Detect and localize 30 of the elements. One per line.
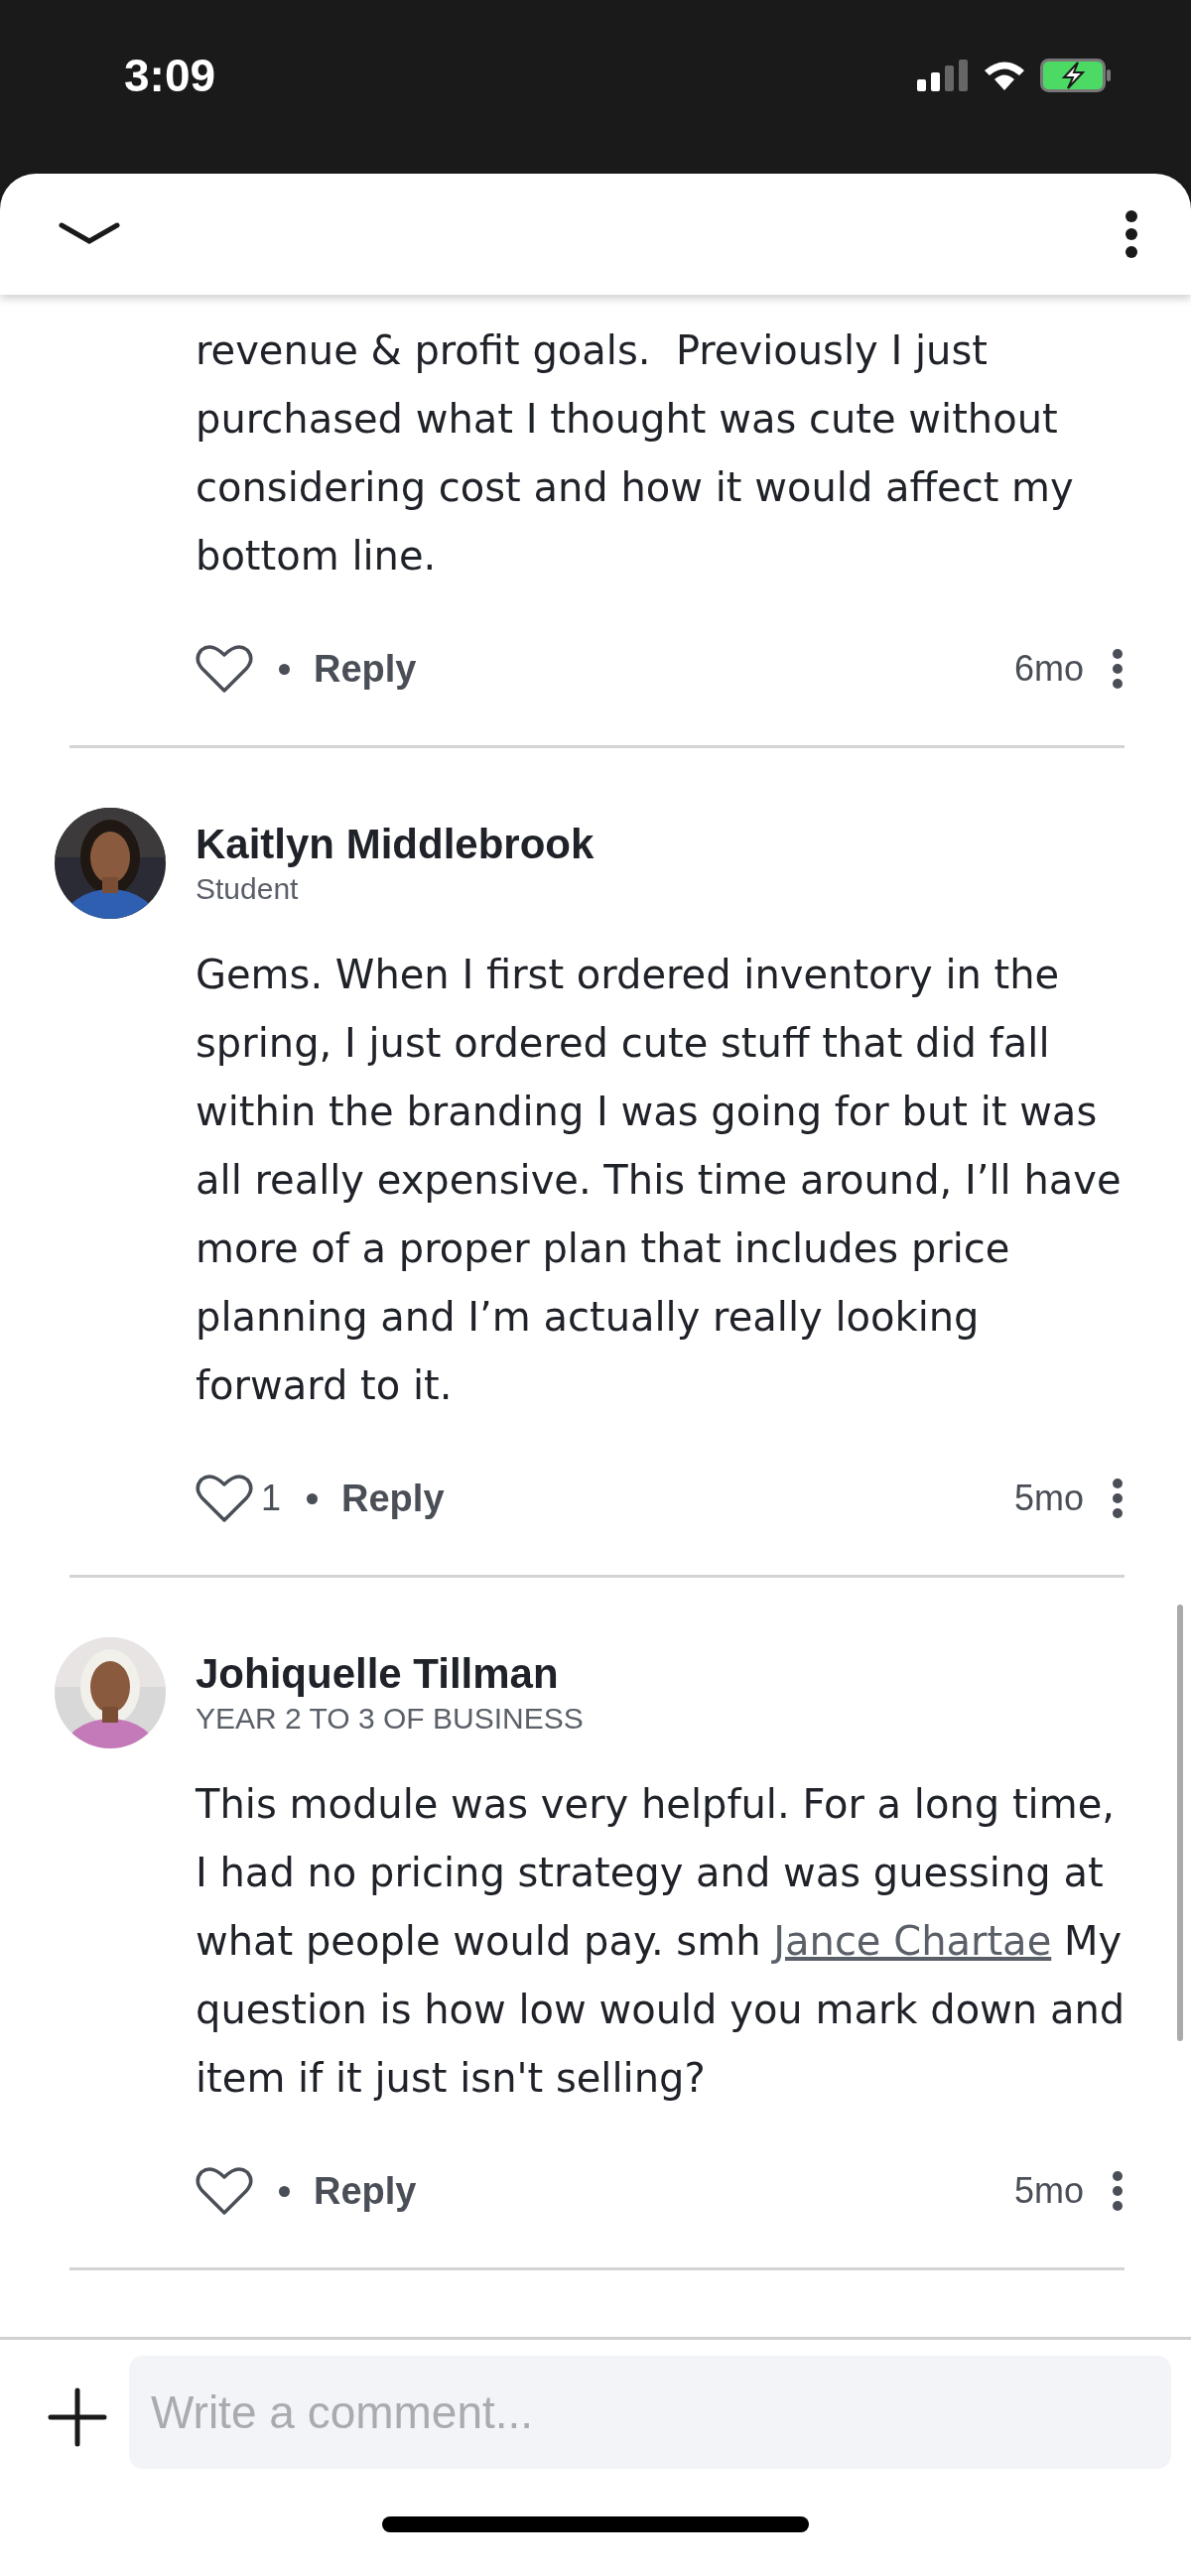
author-name[interactable]: Johiquelle Tillman — [196, 1650, 584, 1698]
comment-age: 5mo — [1013, 1478, 1084, 1519]
heart-icon[interactable] — [196, 1473, 253, 1524]
separator-dot — [307, 1492, 319, 1504]
comment-text: Gems. When I first ordered inventory in the spring, I just ordered cute stuff that did fall within the branding I was going for but it was all really expensive. This time around, I’ll have more of a proper plan that includes price planning and I’m actually really looking forward to it. — [196, 951, 1123, 1410]
more-icon[interactable] — [1112, 2170, 1124, 2212]
comment-text: This module was very helpful. For a long time, I had no pricing strategy and was guessing at what people would pay. smh Jance Chartae My question is how low would you mark down and item if it just isn't selling? — [196, 1780, 1126, 2103]
heart-icon[interactable] — [196, 2165, 253, 2217]
comment-text: revenue & profit goals. Previously I just purchased what I thought was cute without considering cost and how it would affect my bottom line. — [196, 326, 1075, 580]
reply-button[interactable]: Reply — [314, 647, 417, 691]
status-time: 3:09 — [124, 48, 216, 102]
more-icon[interactable] — [1112, 1478, 1124, 1519]
comment-field[interactable]: Write a comment... — [129, 2356, 1171, 2469]
signal-icon — [917, 59, 969, 91]
mention-link[interactable]: Jance Chartae — [773, 1918, 1052, 1964]
separator-dot — [279, 2185, 290, 2197]
reply-button[interactable]: Reply — [341, 1477, 445, 1520]
heart-icon[interactable] — [196, 643, 253, 695]
author-name[interactable]: Kaitlyn Middlebrook — [196, 821, 595, 868]
author-role: YEAR 2 TO 3 OF BUSINESS — [196, 1702, 584, 1736]
author-role: Student — [196, 872, 300, 906]
add-icon[interactable] — [48, 2387, 107, 2447]
like-count: 1 — [261, 1478, 282, 1519]
separator-dot — [279, 663, 290, 675]
comment-age: 5mo — [1013, 2170, 1084, 2212]
more-icon[interactable] — [1125, 209, 1138, 259]
more-icon[interactable] — [1112, 648, 1124, 690]
battery-icon — [1040, 58, 1112, 92]
reply-button[interactable]: Reply — [314, 2169, 417, 2213]
comment-age: 6mo — [1013, 648, 1084, 690]
